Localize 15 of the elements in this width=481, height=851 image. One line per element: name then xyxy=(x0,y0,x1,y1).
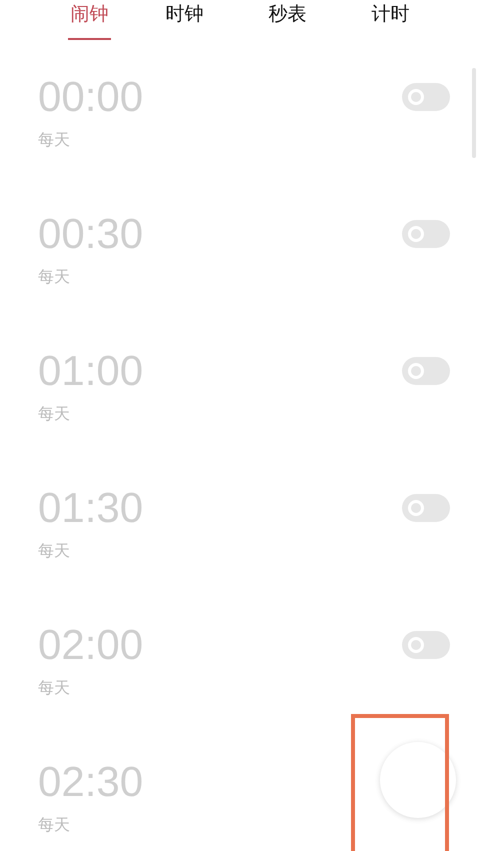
alarm-toggle[interactable] xyxy=(402,357,450,385)
repeat-label: 每天 xyxy=(38,540,71,562)
alarm-toggle[interactable] xyxy=(402,83,450,111)
alarm-toggle[interactable] xyxy=(402,494,450,522)
repeat-label: 每天 xyxy=(38,403,71,425)
repeat-label: 每天 xyxy=(38,677,71,699)
tab[interactable]: 时钟 xyxy=(133,0,236,40)
repeat-label: 每天 xyxy=(38,129,71,151)
alarm-toggle[interactable] xyxy=(402,631,450,659)
repeat-label: 每天 xyxy=(38,814,71,836)
tab[interactable]: 秒表 xyxy=(236,0,339,40)
alarm-toggle[interactable] xyxy=(402,220,450,248)
tab[interactable]: 闹钟 xyxy=(68,0,111,40)
tab[interactable]: 计时 xyxy=(339,0,442,40)
repeat-label: 每天 xyxy=(38,266,71,288)
